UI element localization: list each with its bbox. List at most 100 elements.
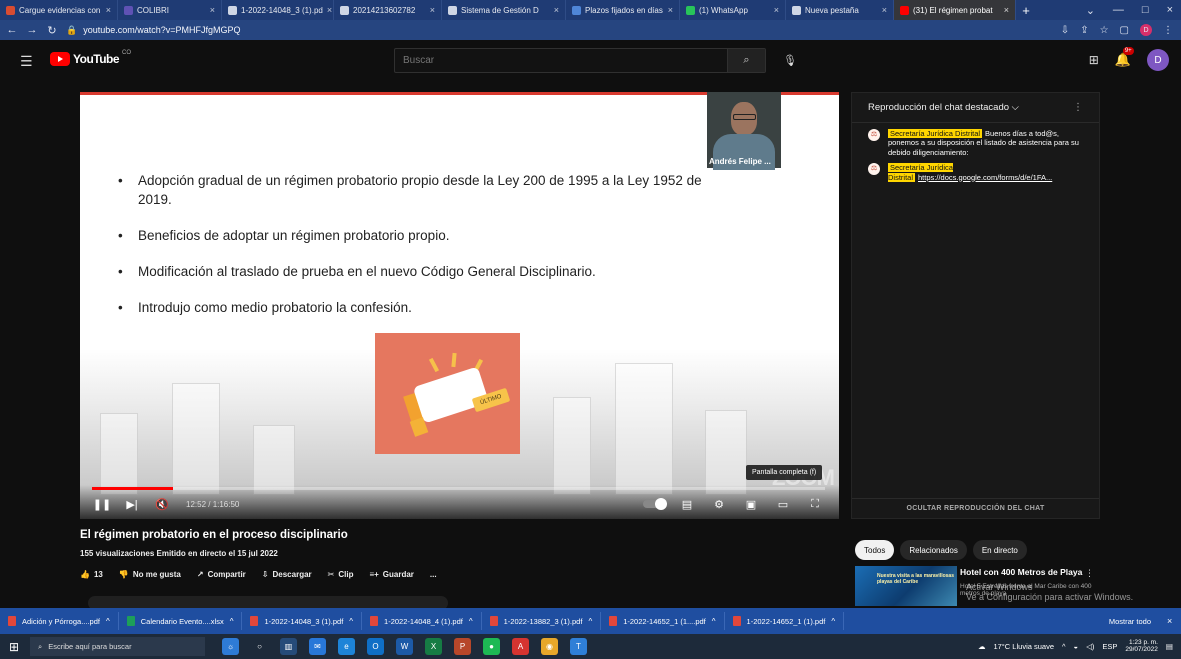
browser-profile-avatar[interactable]: D <box>1140 24 1152 36</box>
recommendation-thumbnail[interactable]: Nuestra visita a las maravillosas playas… <box>855 566 957 606</box>
notification-center-icon[interactable]: ▤ <box>1166 642 1173 651</box>
next-icon[interactable]: ▶| <box>122 498 142 511</box>
tab-close-icon[interactable]: × <box>1004 5 1009 15</box>
forward-icon[interactable]: → <box>26 24 38 36</box>
taskbar-search[interactable]: ⌕ Escribe aquí para buscar <box>30 637 205 656</box>
tab-close-icon[interactable]: × <box>327 5 332 15</box>
file-explorer-icon[interactable]: ▥ <box>280 638 297 655</box>
download-item[interactable]: Adición y Pórroga....pdf ^ <box>0 612 119 630</box>
filter-chip[interactable]: Relacionados <box>900 540 967 560</box>
account-avatar[interactable]: D <box>1147 49 1169 71</box>
tab-close-icon[interactable]: × <box>210 5 215 15</box>
tab-close-icon[interactable]: × <box>106 5 111 15</box>
pdf-reader-icon[interactable]: A <box>512 638 529 655</box>
install-icon[interactable]: ⇩ <box>1061 25 1069 36</box>
teams-icon[interactable]: T <box>570 638 587 655</box>
voice-search-icon[interactable]: 🎙 <box>783 54 797 68</box>
word-icon[interactable]: W <box>396 638 413 655</box>
task-view-icon[interactable]: ○ <box>251 638 268 655</box>
chrome-icon[interactable]: ◉ <box>541 638 558 655</box>
close-window-button[interactable]: × <box>1167 4 1173 17</box>
browser-tab[interactable]: (31) El régimen probat × <box>894 0 1016 20</box>
download-menu-caret-icon[interactable]: ^ <box>588 617 592 626</box>
tab-close-icon[interactable]: × <box>554 5 559 15</box>
chat-mode-dropdown[interactable]: Reproducción del chat destacado ⌵ <box>868 102 1019 113</box>
fullscreen-icon[interactable]: ⛶ <box>805 498 825 511</box>
tab-close-icon[interactable]: × <box>668 5 673 15</box>
url-field[interactable]: 🔒 youtube.com/watch?v=PMHFJfgMGPQ <box>66 25 241 36</box>
share-page-icon[interactable]: ⇪ <box>1080 25 1088 36</box>
network-icon[interactable]: ◒ <box>1074 642 1079 651</box>
browser-tab[interactable]: Plazos fijados en días × <box>566 0 680 20</box>
browser-tab[interactable]: (1) WhatsApp × <box>680 0 786 20</box>
clip-button[interactable]: ✂ Clip <box>328 570 354 579</box>
powerpoint-icon[interactable]: P <box>454 638 471 655</box>
video-player[interactable]: Adopción gradual de un régimen probatori… <box>80 92 839 519</box>
recommendation-title[interactable]: Hotel con 400 Metros de Playa <box>960 567 1082 577</box>
browser-tab[interactable]: Nueva pestaña × <box>786 0 894 20</box>
hamburger-menu-icon[interactable]: ☰ <box>20 53 33 70</box>
chat-link-text[interactable]: https://docs.google.com/forms/d/e/1FA... <box>918 173 1052 182</box>
tray-expand-icon[interactable]: ^ <box>1062 642 1066 651</box>
theater-mode-icon[interactable]: ▭ <box>773 498 793 511</box>
volume-icon[interactable]: ◁) <box>1086 642 1094 651</box>
show-all-downloads-button[interactable]: Mostrar todo <box>1109 617 1167 626</box>
recommendation-menu-icon[interactable]: ⋮ <box>1085 568 1094 579</box>
download-menu-caret-icon[interactable]: ^ <box>230 617 234 626</box>
new-tab-button[interactable]: + <box>1016 3 1036 18</box>
minimize-button[interactable]: — <box>1113 4 1124 17</box>
download-menu-caret-icon[interactable]: ^ <box>712 617 716 626</box>
tab-search-icon[interactable]: ▢ <box>1120 25 1129 36</box>
browser-tab[interactable]: Cargue evidencias con × <box>0 0 118 20</box>
filter-chip[interactable]: En directo <box>972 540 1027 560</box>
download-menu-caret-icon[interactable]: ^ <box>469 617 473 626</box>
more-button[interactable]: ... <box>430 570 437 579</box>
progress-bar[interactable] <box>92 487 825 490</box>
create-icon[interactable]: ⊞ <box>1089 53 1099 67</box>
back-icon[interactable]: ← <box>6 24 18 36</box>
search-input[interactable] <box>395 49 728 72</box>
browser-tab[interactable]: 20214213602782 × <box>334 0 442 20</box>
hide-chat-replay-button[interactable]: OCULTAR REPRODUCCIÓN DEL CHAT <box>852 498 1099 518</box>
browser-menu-icon[interactable]: ⋮ <box>1163 25 1173 36</box>
subtitles-icon[interactable]: ▤ <box>677 498 697 511</box>
windows-start-icon[interactable]: ⊞ <box>0 640 28 654</box>
browser-tab[interactable]: COLIBRI × <box>118 0 222 20</box>
weather-text[interactable]: 17°C Lluvia suave <box>993 642 1054 651</box>
mute-icon[interactable]: 🔇 <box>152 498 172 511</box>
clock[interactable]: 1:23 p. m. 29/07/2022 <box>1125 639 1158 654</box>
download-item[interactable]: Calendario Evento....xlsx ^ <box>119 612 243 630</box>
share-button[interactable]: ↗ Compartir <box>197 570 246 579</box>
maximize-button[interactable]: □ <box>1142 4 1149 17</box>
tab-close-icon[interactable]: × <box>882 5 887 15</box>
mail-icon[interactable]: ✉ <box>309 638 326 655</box>
save-button[interactable]: ≡+ Guardar <box>369 570 413 579</box>
like-button[interactable]: 👍 13 <box>80 570 103 579</box>
download-menu-caret-icon[interactable]: ^ <box>831 617 835 626</box>
search-button[interactable]: ⌕ <box>727 49 765 72</box>
download-item[interactable]: 1-2022-14048_3 (1).pdf ^ <box>242 612 363 630</box>
download-button[interactable]: ⇩ Descargar <box>262 570 312 579</box>
spotify-icon[interactable]: ● <box>483 638 500 655</box>
autoplay-toggle[interactable] <box>643 498 667 510</box>
filter-chip[interactable]: Todos <box>855 540 895 560</box>
download-item[interactable]: 1-2022-14048_4 (1).pdf ^ <box>362 612 482 630</box>
notifications-button[interactable]: 🔔 9+ <box>1115 47 1134 68</box>
download-item[interactable]: 1-2022-13882_3 (1).pdf ^ <box>482 612 602 630</box>
download-menu-caret-icon[interactable]: ^ <box>106 617 110 626</box>
dislike-button[interactable]: 👎 No me gusta <box>119 570 181 579</box>
download-item[interactable]: 1-2022-14652_1 (1....pdf ^ <box>601 612 725 630</box>
tab-close-icon[interactable]: × <box>774 5 779 15</box>
reload-icon[interactable]: ↻ <box>46 24 58 37</box>
bookmark-icon[interactable]: ☆ <box>1100 25 1109 36</box>
outlook-icon[interactable]: O <box>367 638 384 655</box>
close-download-shelf-button[interactable]: × <box>1167 616 1181 626</box>
browser-tab[interactable]: Sistema de Gestión D × <box>442 0 566 20</box>
language-indicator[interactable]: ESP <box>1102 642 1117 651</box>
tab-close-icon[interactable]: × <box>430 5 435 15</box>
chat-menu-icon[interactable]: ⋮ <box>1073 102 1083 113</box>
chat-author-name[interactable]: Secretaría Jurídica Distrital <box>888 129 983 138</box>
widgets-icon[interactable]: ☼ <box>222 638 239 655</box>
window-list-button[interactable]: ⌄ <box>1086 4 1095 17</box>
youtube-logo[interactable]: YouTube CO <box>50 50 131 66</box>
